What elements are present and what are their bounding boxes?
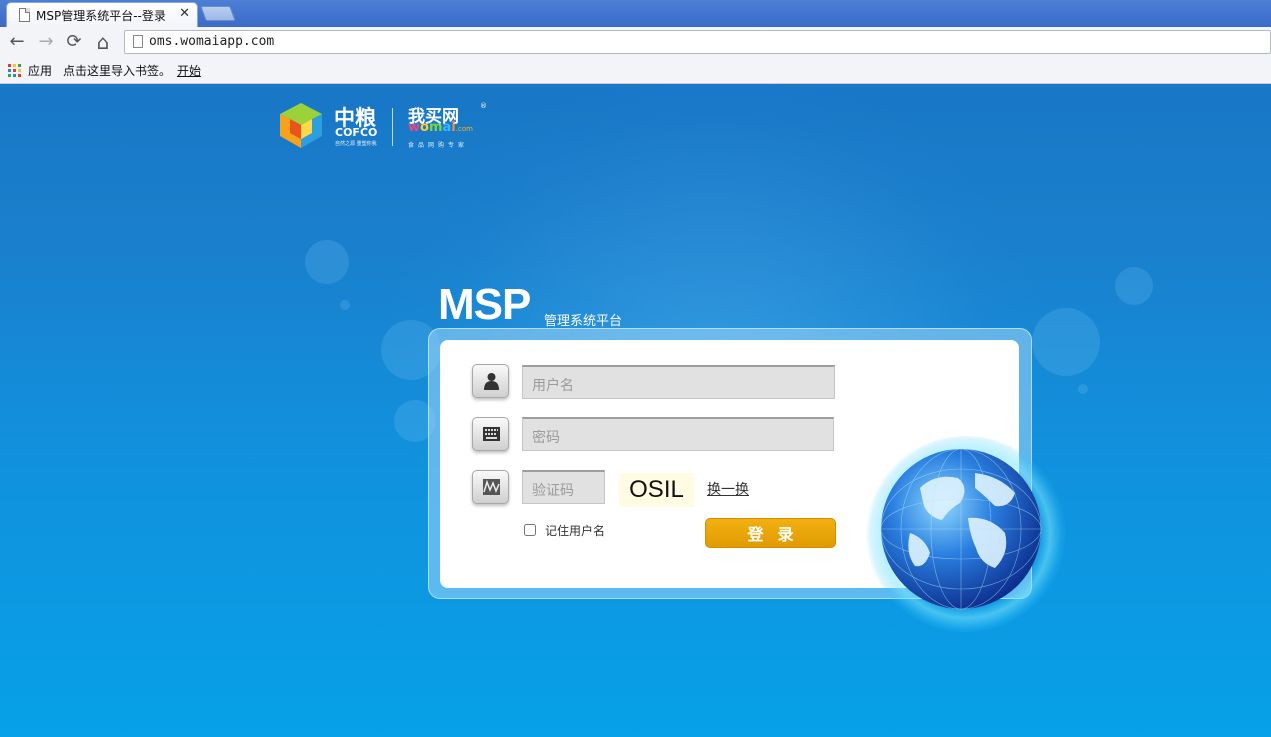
reload-icon[interactable]: ⟳ [64,32,84,52]
captcha-image-icon [483,479,500,495]
login-button[interactable]: 登录 [705,518,836,548]
cofco-cube-icon [280,103,322,148]
keyboard-icon [483,427,500,441]
decor-bubble [1078,384,1088,394]
home-icon[interactable]: ⌂ [93,32,113,52]
apps-grid-icon[interactable] [8,64,21,77]
decor-bubble [340,300,350,310]
decor-bubble [1032,308,1100,376]
new-tab-button[interactable] [200,6,236,21]
decor-bubble [305,240,349,284]
start-import-link[interactable]: 开始 [177,62,201,79]
browser-tab[interactable]: MSP管理系统平台--登录 ✕ [6,2,198,27]
globe-icon [880,448,1042,610]
brand-logo: 中粮 COFCO 自然之源 重塑你我 我买网 ® womai.com 食品网购专… [276,100,506,150]
url-text: oms.womaiapp.com [149,34,275,49]
womai-en-text: womai.com [408,120,473,135]
back-icon[interactable]: ← [7,32,27,52]
remember-username-checkbox[interactable] [524,524,536,536]
password-field-icon [472,417,509,451]
captcha-field-icon [472,470,509,504]
apps-bookmark[interactable]: 应用 [28,62,52,79]
username-input[interactable] [522,365,835,399]
address-bar[interactable]: oms.womaiapp.com [124,30,1271,54]
logo-divider [392,108,393,146]
cofco-en-text: COFCO [335,126,378,139]
page-icon [19,8,30,22]
decor-bubble [1115,267,1153,305]
refresh-captcha-link[interactable]: 换一换 [707,479,749,499]
tab-title: MSP管理系统平台--登录 [36,9,166,23]
brand-title: MSP [438,280,531,329]
womai-slogan: 食品网购专家 [408,142,469,149]
close-tab-icon[interactable]: ✕ [179,6,190,21]
user-field-icon [472,364,509,398]
captcha-input[interactable] [522,470,605,504]
import-bookmarks-text: 点击这里导入书签。 [63,64,172,78]
login-page: 中粮 COFCO 自然之源 重塑你我 我买网 ® womai.com 食品网购专… [0,84,1271,737]
bookmarks-bar: 应用 点击这里导入书签。 开始 [0,57,1271,84]
browser-tabbar: MSP管理系统平台--登录 ✕ [0,0,1271,27]
page-icon [133,35,143,48]
remember-username-label: 记住用户名 [545,524,606,538]
user-icon [484,373,499,390]
browser-toolbar: ← → ⟳ ⌂ oms.womaiapp.com [0,27,1271,57]
forward-icon[interactable]: → [36,32,56,52]
cofco-slogan: 自然之源 重塑你我 [335,141,377,147]
password-input[interactable] [522,417,834,451]
captcha-image[interactable]: OSIL [619,473,694,507]
registered-mark: ® [480,102,487,110]
brand-subtitle: 管理系统平台 [544,314,623,329]
